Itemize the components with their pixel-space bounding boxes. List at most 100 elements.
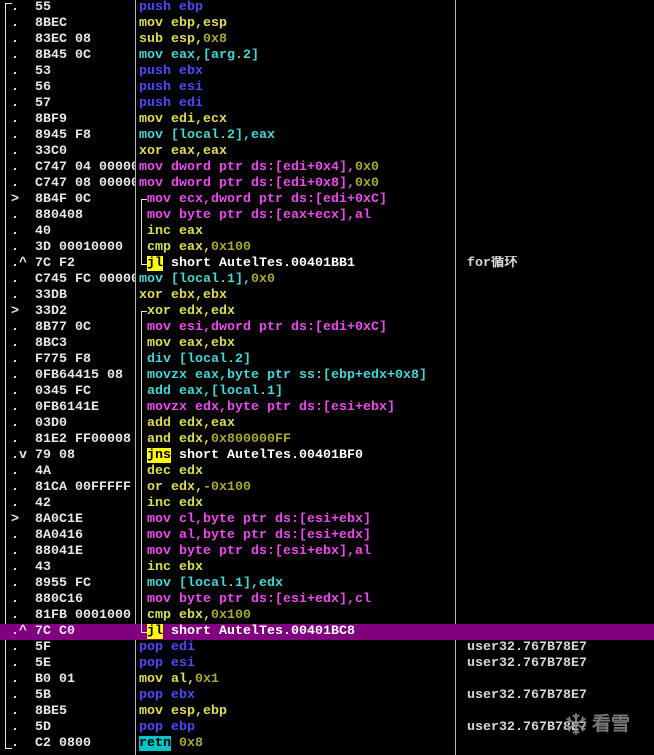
instruction-row[interactable]: .^ 7C F2 jl short AutelTes.00401BB1 for循环 xyxy=(0,256,654,272)
instruction-row[interactable]: >33D2 xor edx,edx xyxy=(0,304,654,320)
hex-dump-cell: 42 xyxy=(35,496,51,511)
hex-dump-cell: 81CA 00FFFFF xyxy=(35,480,131,495)
instruction-row[interactable]: >8B4F 0C mov ecx,dword ptr ds:[edi+0xC] xyxy=(0,192,654,208)
instruction-row[interactable]: . 42 inc edx xyxy=(0,496,654,512)
disassembly-cell: sub esp,0x8 xyxy=(139,32,453,48)
instruction-row[interactable]: . 40 inc eax xyxy=(0,224,654,240)
instruction-row[interactable]: .v 79 08 jns short AutelTes.00401BF0 xyxy=(0,448,654,464)
hex-dump-cell: 5F xyxy=(35,640,51,655)
instruction-row[interactable]: . C747 08 00000 mov dword ptr ds:[edi+0x8]… xyxy=(0,176,654,192)
disassembly-cell: push ebx xyxy=(139,64,453,80)
instruction-row[interactable]: . 43 inc ebx xyxy=(0,560,654,576)
instruction-row[interactable]: . 880408 mov byte ptr ds:[eax+ecx],al xyxy=(0,208,654,224)
instruction-token: mov edi,ecx xyxy=(139,112,227,127)
hex-dump-cell: 56 xyxy=(35,80,51,95)
disassembly-cell: jl short AutelTes.00401BC8 xyxy=(139,624,453,640)
jump-marker: . xyxy=(11,528,19,543)
disassembly-cell: mov [local.1],0x0 xyxy=(139,272,453,288)
highlighted-mnemonic: jl xyxy=(147,256,163,271)
loop-bracket-line xyxy=(139,304,147,320)
instruction-token: mov eax,ebx xyxy=(147,336,235,351)
disassembly-cell: movzx eax,byte ptr ss:[ebp+edx+0x8] xyxy=(139,368,453,384)
instruction-row[interactable]: . 53 push ebx xyxy=(0,64,654,80)
disassembly-cell: mov byte ptr ds:[esi+edx],cl xyxy=(139,592,453,608)
instruction-row[interactable]: . 8BE5 mov esp,ebp xyxy=(0,704,654,720)
jump-marker: .^ xyxy=(11,624,27,639)
instruction-token: add edx,eax xyxy=(147,416,235,431)
instruction-row[interactable]: . 5F pop edi user32.767B78E7 xyxy=(0,640,654,656)
instruction-token: or edx, xyxy=(147,480,203,495)
hex-dump-cell: 7C C0 xyxy=(35,624,75,639)
jump-marker: . xyxy=(11,64,19,79)
instruction-row[interactable]: . 880C16 mov byte ptr ds:[esi+edx],cl xyxy=(0,592,654,608)
instruction-row[interactable]: . 57 push edi xyxy=(0,96,654,112)
instruction-row[interactable]: . F775 F8 div [local.2] xyxy=(0,352,654,368)
instruction-row[interactable]: . 33C0 xor eax,eax xyxy=(0,144,654,160)
instruction-row[interactable]: . 0FB6141E movzx edx,byte ptr ds:[esi+ebx] xyxy=(0,400,654,416)
jump-marker: . xyxy=(11,560,19,575)
instruction-token: 0x800000FF xyxy=(211,432,291,447)
jump-marker: . xyxy=(11,32,19,47)
loop-bracket-line xyxy=(139,320,147,336)
instruction-token: mov esp,ebp xyxy=(139,704,227,719)
instruction-row[interactable]: . 8B45 0C mov eax,[arg.2] xyxy=(0,48,654,64)
instruction-token: short AutelTes.00401BC8 xyxy=(163,624,355,639)
instruction-row[interactable]: . 8955 FC mov [local.1],edx xyxy=(0,576,654,592)
jump-marker: . xyxy=(11,720,19,735)
instruction-row[interactable]: . 8B77 0C mov esi,dword ptr ds:[edi+0xC] xyxy=(0,320,654,336)
instruction-row[interactable]: . C2 0800 retn 0x8 xyxy=(0,736,654,752)
jump-marker: . xyxy=(11,384,19,399)
instruction-row[interactable]: . 81CA 00FFFFF or edx,-0x100 xyxy=(0,480,654,496)
instruction-row[interactable]: . 5B pop ebx user32.767B78E7 xyxy=(0,688,654,704)
loop-bracket-line xyxy=(139,576,147,592)
jump-marker: . xyxy=(11,320,19,335)
hex-dump-cell: 880408 xyxy=(35,208,83,223)
instruction-row[interactable]: . 8BF9 mov edi,ecx xyxy=(0,112,654,128)
hex-dump-cell: 0345 FC xyxy=(35,384,91,399)
instruction-token: mov esi,dword ptr ds:[edi+0xC] xyxy=(147,320,387,335)
jump-marker: . xyxy=(11,400,19,415)
instruction-row[interactable]: >8A0C1E mov cl,byte ptr ds:[esi+ebx] xyxy=(0,512,654,528)
instruction-row[interactable]: . 8A0416 mov al,byte ptr ds:[esi+edx] xyxy=(0,528,654,544)
highlighted-mnemonic: jns xyxy=(147,448,171,463)
loop-bracket-line xyxy=(139,592,147,608)
instruction-row[interactable]: . 0FB64415 08 movzx eax,byte ptr ss:[ebp+e… xyxy=(0,368,654,384)
jump-marker: . xyxy=(11,336,19,351)
instruction-row[interactable]: .^ 7C C0 jl short AutelTes.00401BC8 xyxy=(0,624,654,640)
instruction-row[interactable]: . 83EC 08 sub esp,0x8 xyxy=(0,32,654,48)
instruction-row[interactable]: . C747 04 00000 mov dword ptr ds:[edi+0x4]… xyxy=(0,160,654,176)
instruction-row[interactable]: . 03D0 add edx,eax xyxy=(0,416,654,432)
disassembly-cell: mov ebp,esp xyxy=(139,16,453,32)
disassembly-cell: pop ebp xyxy=(139,720,453,736)
instruction-row[interactable]: . 81E2 FF00008 and edx,0x800000FF xyxy=(0,432,654,448)
instruction-row[interactable]: . 8945 F8 mov [local.2],eax xyxy=(0,128,654,144)
instruction-row[interactable]: . 8BC3 mov eax,ebx xyxy=(0,336,654,352)
instruction-row[interactable]: . 0345 FC add eax,[local.1] xyxy=(0,384,654,400)
jump-marker: . xyxy=(11,352,19,367)
jump-marker: . xyxy=(11,96,19,111)
disassembly-cell: mov al,byte ptr ds:[esi+edx] xyxy=(139,528,453,544)
instruction-row[interactable]: . 55 push ebp xyxy=(0,0,654,16)
instruction-row[interactable]: . 56 push esi xyxy=(0,80,654,96)
highlighted-mnemonic: jl xyxy=(147,624,163,639)
instruction-token: pop ebx xyxy=(139,688,195,703)
instruction-row[interactable]: . 81FB 0001000 cmp ebx,0x100 xyxy=(0,608,654,624)
hex-dump-cell: F775 F8 xyxy=(35,352,91,367)
instruction-row[interactable]: . 8BEC mov ebp,esp xyxy=(0,16,654,32)
instruction-row[interactable]: . 3D 00010000 cmp eax,0x100 xyxy=(0,240,654,256)
instruction-row[interactable]: . 88041E mov byte ptr ds:[esi+ebx],al xyxy=(0,544,654,560)
hex-dump-cell: 0FB64415 08 xyxy=(35,368,123,383)
instruction-row[interactable]: . 5E pop esi user32.767B78E7 xyxy=(0,656,654,672)
instruction-row[interactable]: . 4A dec edx xyxy=(0,464,654,480)
jump-marker: . xyxy=(11,272,19,287)
comment-cell: user32.767B78E7 xyxy=(467,640,587,655)
disassembly-cell: jns short AutelTes.00401BF0 xyxy=(139,448,453,464)
instruction-row[interactable]: . C745 FC 00000 mov [local.1],0x0 xyxy=(0,272,654,288)
comment-cell: user32.767B78E7 xyxy=(467,688,587,703)
instruction-row[interactable]: . 5D pop ebp user32.767B78E7 xyxy=(0,720,654,736)
disassembly-cell: pop ebx xyxy=(139,688,453,704)
instruction-row[interactable]: . B0 01 mov al,0x1 xyxy=(0,672,654,688)
jump-marker: > xyxy=(11,192,19,207)
disassembly-cell: mov dword ptr ds:[edi+0x4],0x0 xyxy=(139,160,453,176)
instruction-row[interactable]: . 33DB xor ebx,ebx xyxy=(0,288,654,304)
